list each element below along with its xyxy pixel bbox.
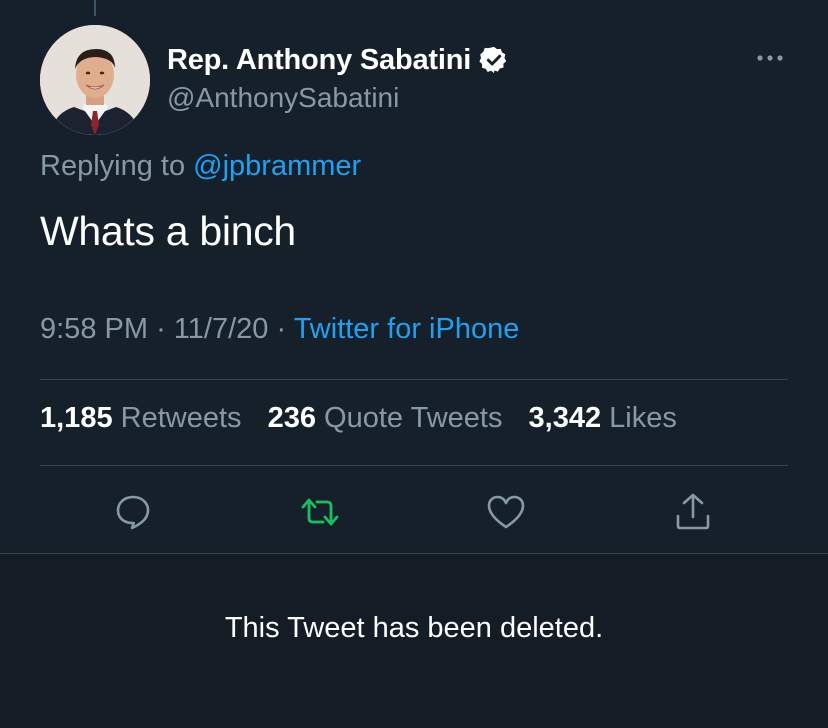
tweet-meta: 9:58 PM · 11/7/20 · Twitter for iPhone [40,313,519,346]
tweet-source-link[interactable]: Twitter for iPhone [294,313,520,345]
retweet-icon[interactable] [298,490,342,534]
tweet-time[interactable]: 9:58 PM [40,313,148,345]
tweet-actions [0,490,828,534]
replying-to-mention-link[interactable]: @jpbrammer [193,150,361,182]
retweets-label: Retweets [120,402,242,434]
verified-badge-icon [479,45,509,75]
author-display-name[interactable]: Rep. Anthony Sabatini [167,44,471,77]
replying-to-line: Replying to @jpbrammer [40,150,361,183]
tweet-detail-page: Rep. Anthony Sabatini @AnthonySabatini R… [0,0,828,728]
retweets-stat[interactable]: 1,185 Retweets [40,402,242,434]
author-block: Rep. Anthony Sabatini @AnthonySabatini [167,40,509,114]
meta-separator: · [156,313,166,345]
likes-count: 3,342 [528,402,602,434]
tweet-stats: 1,185 Retweets 236 Quote Tweets 3,342 Li… [40,402,695,435]
share-icon[interactable] [671,490,715,534]
avatar-photo [40,25,150,135]
tweet-date[interactable]: 11/7/20 [174,313,269,345]
thread-line [94,0,96,16]
more-options-icon[interactable] [752,48,788,68]
quote-tweets-count: 236 [267,402,316,434]
quote-tweets-label: Quote Tweets [324,402,503,434]
deleted-tweet-panel: This Tweet has been deleted. [0,553,828,728]
divider [40,465,788,466]
reply-icon[interactable] [111,490,155,534]
meta-separator: · [276,313,287,345]
divider [40,379,788,380]
quote-tweets-stat[interactable]: 236 Quote Tweets [268,402,503,434]
likes-stat[interactable]: 3,342 Likes [529,402,677,434]
tweet-text: Whats a binch [40,208,296,254]
like-icon[interactable] [484,490,528,534]
author-handle[interactable]: @AnthonySabatini [167,82,509,114]
retweets-count: 1,185 [40,402,113,434]
avatar[interactable] [40,25,150,135]
tweet: Rep. Anthony Sabatini @AnthonySabatini R… [0,0,828,552]
deleted-tweet-notice: This Tweet has been deleted. [224,612,604,644]
replying-to-prefix: Replying to [40,150,186,182]
likes-label: Likes [609,402,677,434]
